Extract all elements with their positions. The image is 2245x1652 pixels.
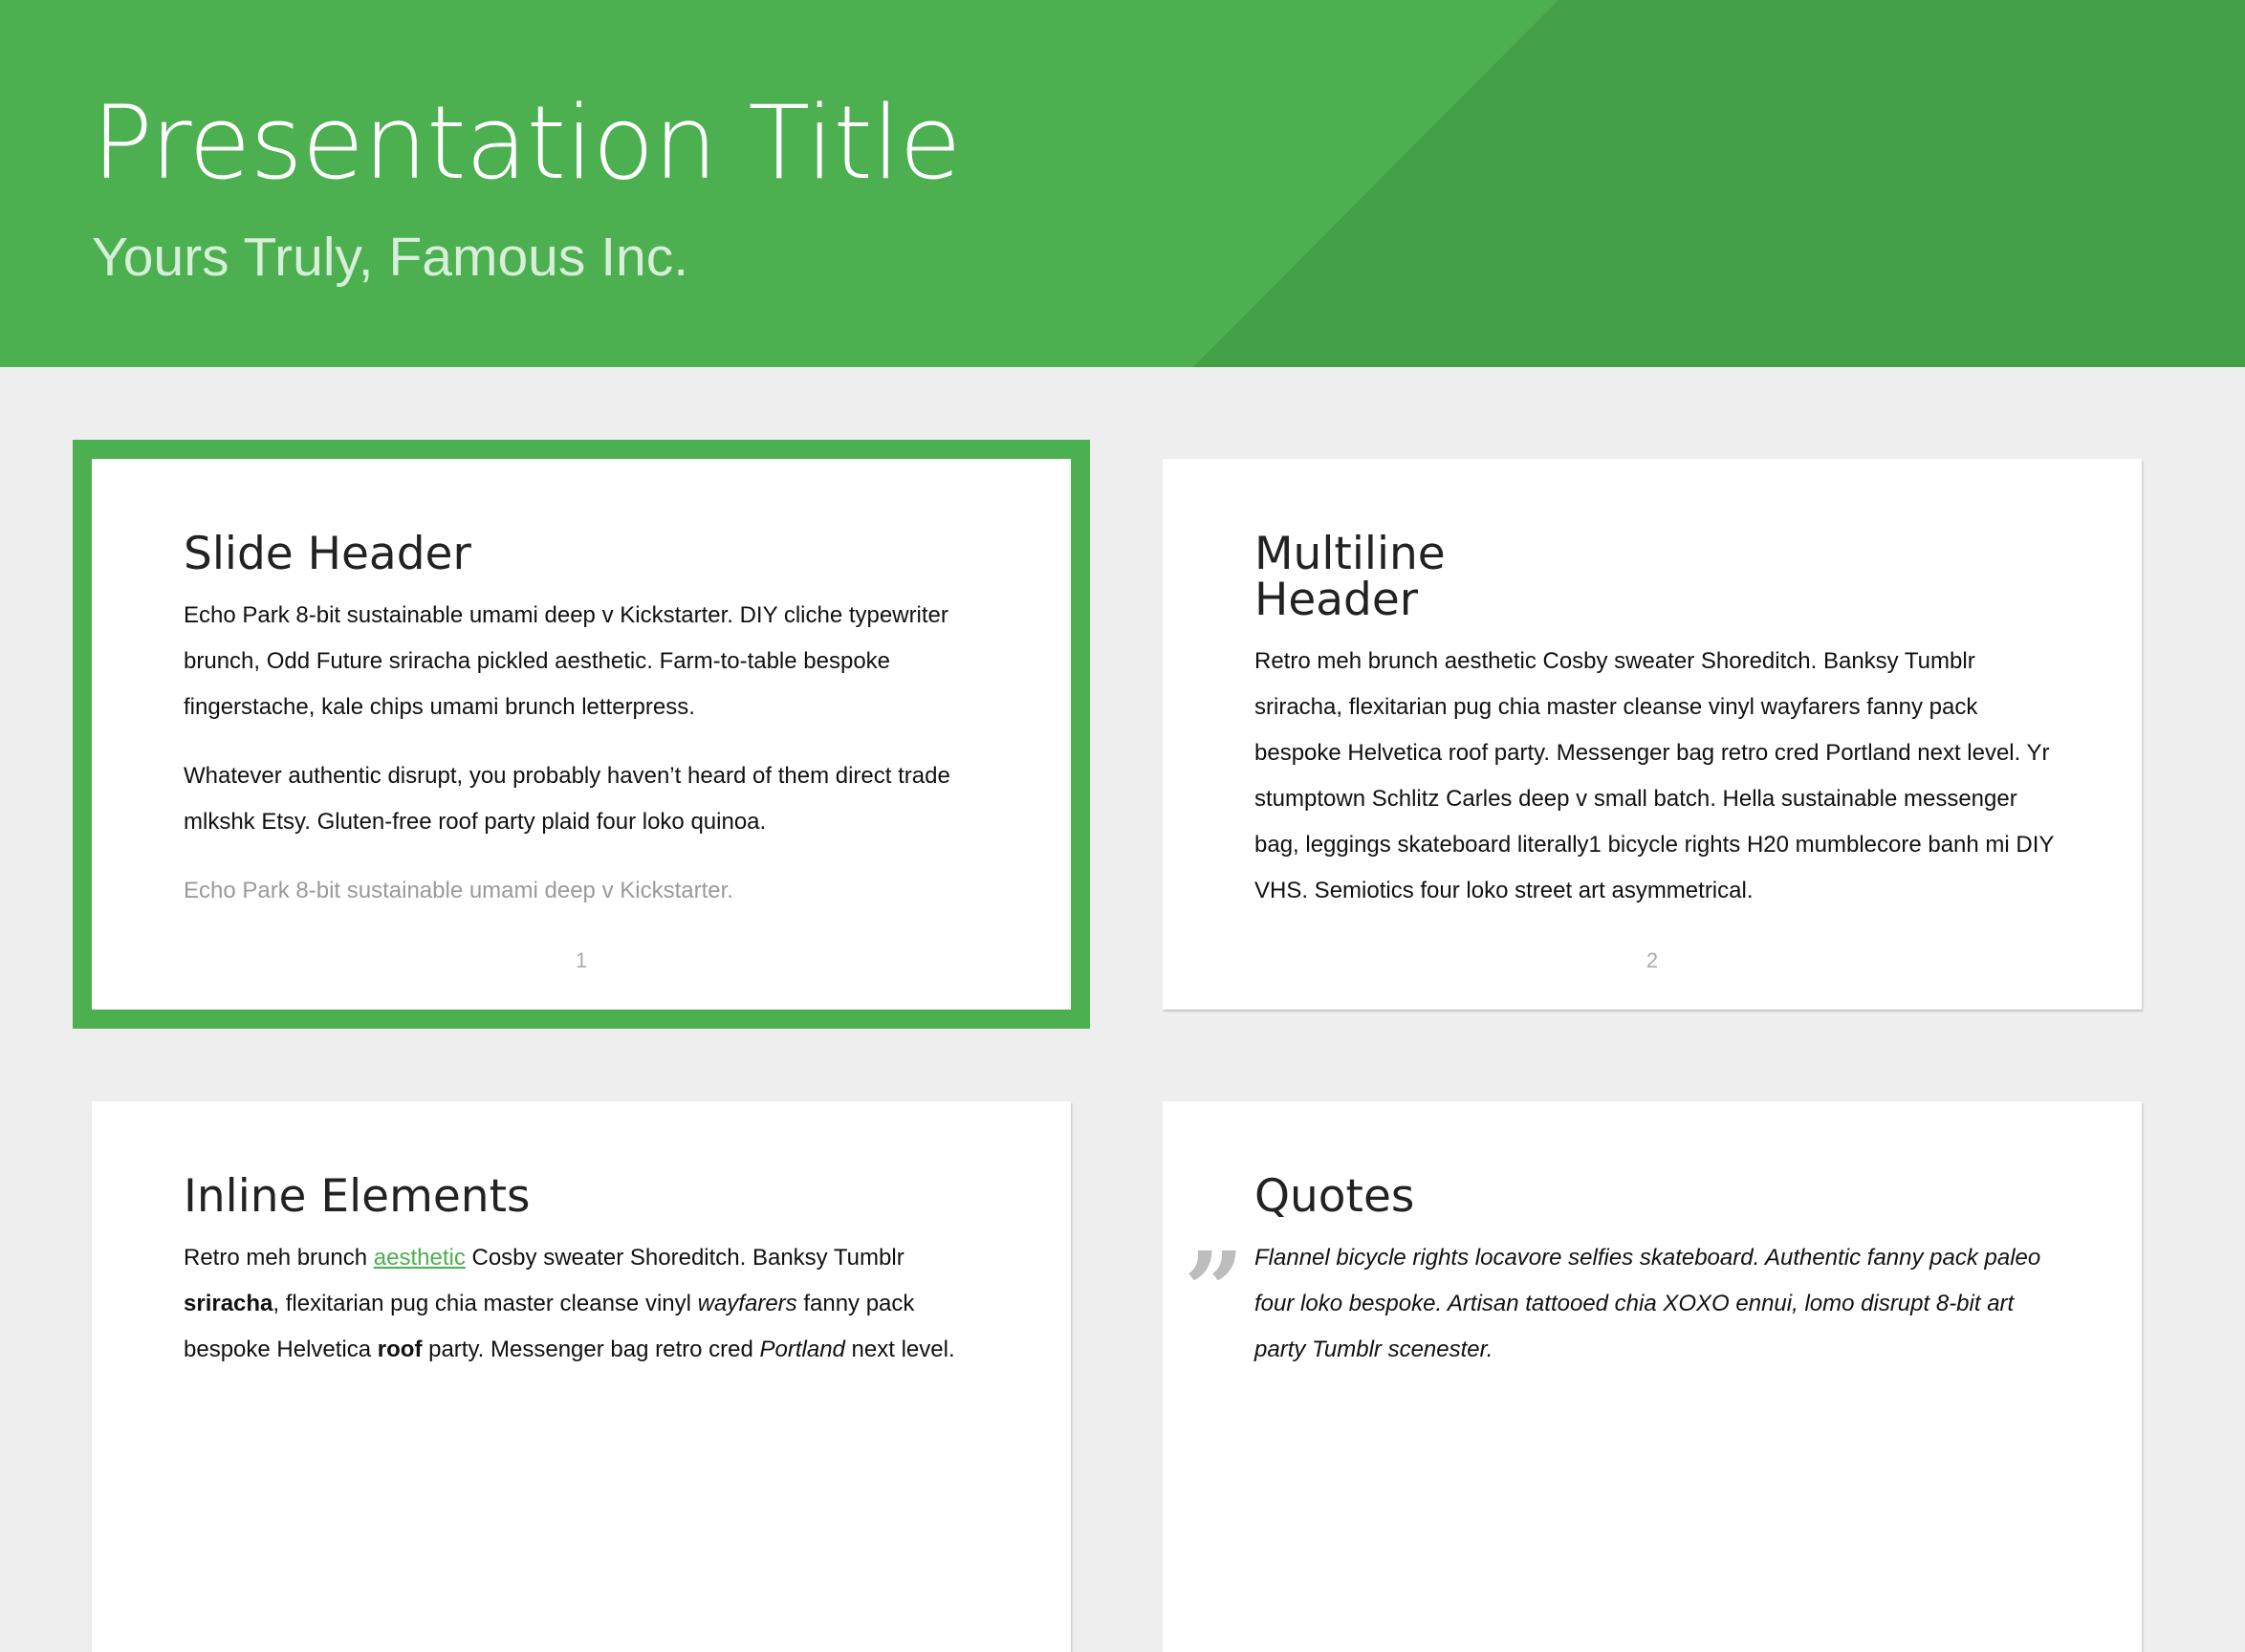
slide-title: Inline Elements [184,1170,531,1223]
quote-mark-icon: ” [1184,1228,1245,1352]
quote-text: Flannel bicycle rights locavore selfies … [1254,1245,2041,1362]
slide-1[interactable]: Slide Header Echo Park 8-bit sustainable… [92,459,1071,1010]
slide-4[interactable]: Quotes ” Flannel bicycle rights locavore… [1163,1101,2142,1652]
slide-title: Slide Header [184,528,471,580]
slide-2[interactable]: Multiline Header Retro meh brunch aesthe… [1163,459,2142,1010]
slide-paragraph: Retro meh brunch aesthetic Cosby sweater… [1254,648,2054,903]
text-line: Retro meh brunch aesthetic Cosby sweater… [184,1245,905,1271]
presentation-header: Presentation Title Yours Truly, Famous I… [0,0,2245,367]
presentation-subtitle: Yours Truly, Famous Inc. [92,227,689,288]
slide-3[interactable]: Inline Elements Retro meh brunch aesthet… [92,1101,1071,1652]
italic-text: Portland [759,1337,845,1362]
slide-paragraph: Echo Park 8-bit sustainable umami deep v… [184,602,948,720]
slide-number: 1 [575,948,588,972]
slide-note: Echo Park 8-bit sustainable umami deep v… [184,878,733,903]
slide-title-line: Multiline [1254,528,1446,580]
italic-text: wayfarers [697,1291,797,1316]
slide-paragraph: Whatever authentic disrupt, you probably… [184,763,950,835]
slide-number: 2 [1646,948,1659,972]
slide-title: Quotes [1254,1170,1415,1223]
presentation-title: Presentation Title [92,84,962,202]
bold-text: sriracha [184,1291,273,1316]
slide-paragraph: Retro meh brunch aesthetic Cosby sweater… [184,1235,1044,1373]
slide-title: Multiline Header [1254,532,1446,623]
text-line: sriracha, flexitarian pug chia master cl… [184,1291,915,1316]
inline-link[interactable]: aesthetic [374,1245,466,1271]
bold-text: roof [377,1337,423,1362]
slide-title-line: Header [1254,574,1419,626]
text-line: bespoke Helvetica roof party. Messenger … [184,1337,955,1362]
